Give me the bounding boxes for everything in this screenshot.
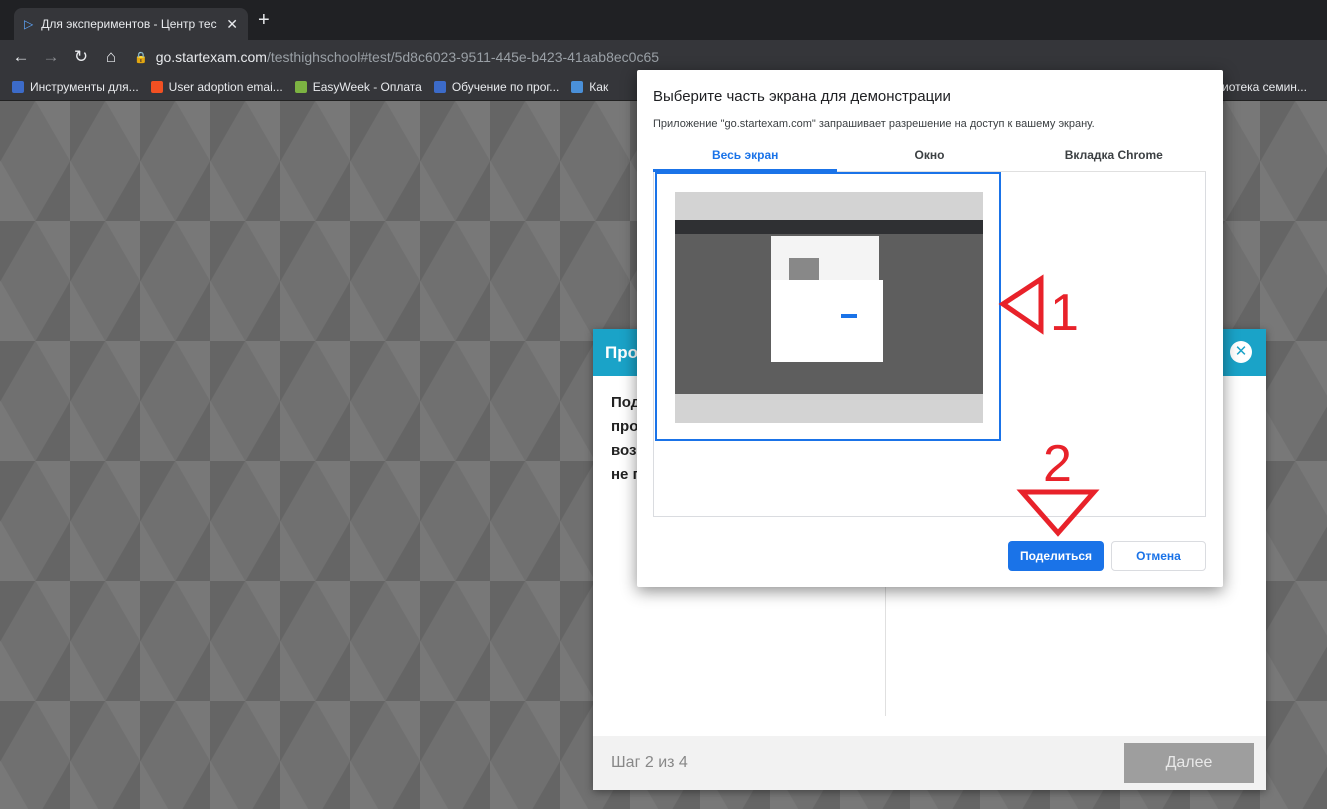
play-favicon-icon: ▷ xyxy=(24,17,34,31)
bookmark-item[interactable]: Обучение по прог... xyxy=(433,80,560,94)
preview-card xyxy=(771,280,883,362)
home-icon[interactable]: ⌂ xyxy=(102,47,120,67)
share-source-list xyxy=(653,172,1206,517)
preview-button xyxy=(841,314,857,318)
url-host: go.startexam.com xyxy=(155,49,267,65)
bookmark-label: Обучение по прог... xyxy=(451,80,560,94)
bookmark-label: EasyWeek - Оплата xyxy=(312,80,422,94)
bookmark-item[interactable]: Инструменты для... xyxy=(12,80,139,94)
new-tab-button[interactable]: + xyxy=(258,10,270,30)
address-bar[interactable]: 🔒 go.startexam.com /testhighschool#test/… xyxy=(134,43,1307,71)
easyweek-icon xyxy=(294,81,307,93)
reload-icon[interactable]: ↻ xyxy=(72,47,90,67)
dialog-title: Выберите часть экрана для демонстрации xyxy=(653,88,951,105)
share-tabs: Весь экран Окно Вкладка Chrome xyxy=(653,142,1206,172)
share-button[interactable]: Поделиться xyxy=(1008,541,1104,571)
bookmark-label: Инструменты для... xyxy=(30,80,139,94)
forward-icon[interactable]: → xyxy=(42,47,60,67)
url-path: /testhighschool#test/5d8c6023-9511-445e-… xyxy=(266,49,660,65)
tab-chrome-tab[interactable]: Вкладка Chrome xyxy=(1021,142,1206,172)
cancel-button[interactable]: Отмена xyxy=(1111,541,1206,571)
preview-chrome xyxy=(675,220,983,234)
close-tab-icon[interactable]: ✕ xyxy=(226,16,238,33)
share-screen-dialog: Выберите часть экрана для демонстрации П… xyxy=(637,70,1223,587)
bookmark-b-icon xyxy=(12,81,24,93)
bookmark-label: Как xyxy=(589,80,609,94)
screen-thumbnail-option[interactable] xyxy=(655,172,1001,441)
wizard-footer: Шаг 2 из 4 Далее xyxy=(593,736,1266,790)
dialog-subtitle: Приложение "go.startexam.com" запрашивае… xyxy=(653,118,1095,130)
bookmark-item-right[interactable]: иотека семин... xyxy=(1222,74,1307,100)
tab-title: Для экспериментов - Центр тес xyxy=(41,17,217,31)
bookmark-b-icon xyxy=(433,81,446,93)
bookmark-item[interactable]: Как xyxy=(571,80,608,94)
tab-window[interactable]: Окно xyxy=(837,142,1022,172)
screen-preview xyxy=(675,192,983,423)
lock-icon: 🔒 xyxy=(134,51,148,64)
microsoft-icon xyxy=(150,81,163,93)
back-icon[interactable]: ← xyxy=(12,47,30,67)
close-icon[interactable]: ✕ xyxy=(1230,341,1252,363)
step-indicator: Шаг 2 из 4 xyxy=(611,754,688,771)
next-button[interactable]: Далее xyxy=(1124,743,1254,783)
star-icon xyxy=(571,81,584,93)
bookmark-item[interactable]: User adoption emai... xyxy=(150,80,283,94)
browser-tab-strip: ▷ Для экспериментов - Центр тес ✕ + xyxy=(0,0,1327,40)
preview-screen xyxy=(675,220,983,394)
browser-tab[interactable]: ▷ Для экспериментов - Центр тес ✕ xyxy=(14,8,248,40)
bookmark-label: User adoption emai... xyxy=(168,80,283,94)
bookmark-item[interactable]: EasyWeek - Оплата xyxy=(294,80,422,94)
browser-toolbar: ← → ↻ ⌂ 🔒 go.startexam.com /testhighscho… xyxy=(0,40,1327,74)
wizard-title: Про xyxy=(605,342,638,362)
tab-entire-screen[interactable]: Весь экран xyxy=(653,142,838,172)
bookmark-label: иотека семин... xyxy=(1222,80,1307,94)
